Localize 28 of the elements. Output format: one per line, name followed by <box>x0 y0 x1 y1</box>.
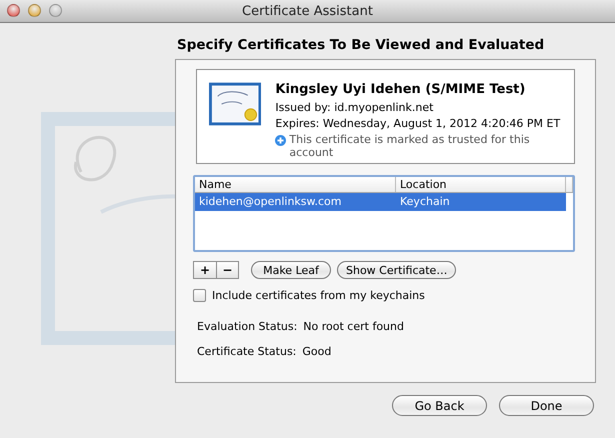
status-value: Good <box>302 345 332 358</box>
plus-icon <box>275 135 286 146</box>
issuer-text: Issued by: id.myopenlink.net <box>275 101 434 114</box>
checkbox-label: Include certificates from my keychains <box>212 289 425 302</box>
checkbox[interactable] <box>193 289 206 302</box>
status-label: Certificate Status: <box>197 345 296 358</box>
status-label: Evaluation Status: <box>197 320 298 333</box>
table-cell-text: kidehen@openlinksw.com <box>198 194 343 210</box>
certificate-icon <box>209 82 262 126</box>
make-leaf-button[interactable]: Make Leaf <box>251 261 331 279</box>
go-back-button[interactable]: Go Back <box>392 395 487 416</box>
minimize-button[interactable] <box>28 4 41 17</box>
status-value: No root cert found <box>303 320 404 333</box>
add-button[interactable]: + <box>194 262 216 278</box>
close-button[interactable] <box>7 4 20 17</box>
done-button[interactable]: Done <box>499 395 594 416</box>
page-heading: Specify Certificates To Be Viewed and Evaluated <box>177 37 546 53</box>
table-row[interactable]: kidehen@openlinksw.com Keychain <box>195 193 566 211</box>
trust-note: This certificate is marked as trusted for this account <box>289 133 531 159</box>
zoom-button[interactable] <box>49 4 62 17</box>
expiry-text: Expires: Wednesday, August 1, 2012 4:20:46 PM ET <box>275 117 562 130</box>
certificate-name: Kingsley Uyi Idehen (S/MIME Test) <box>275 82 526 97</box>
table-cell-text: Keychain <box>399 194 451 210</box>
remove-button[interactable]: − <box>216 262 238 278</box>
column-header[interactable]: Name <box>195 177 396 192</box>
window-title: Certificate Assistant <box>242 4 373 18</box>
show-certificate-button[interactable]: Show Certificate… <box>337 261 456 279</box>
column-header[interactable]: Location <box>396 177 566 192</box>
